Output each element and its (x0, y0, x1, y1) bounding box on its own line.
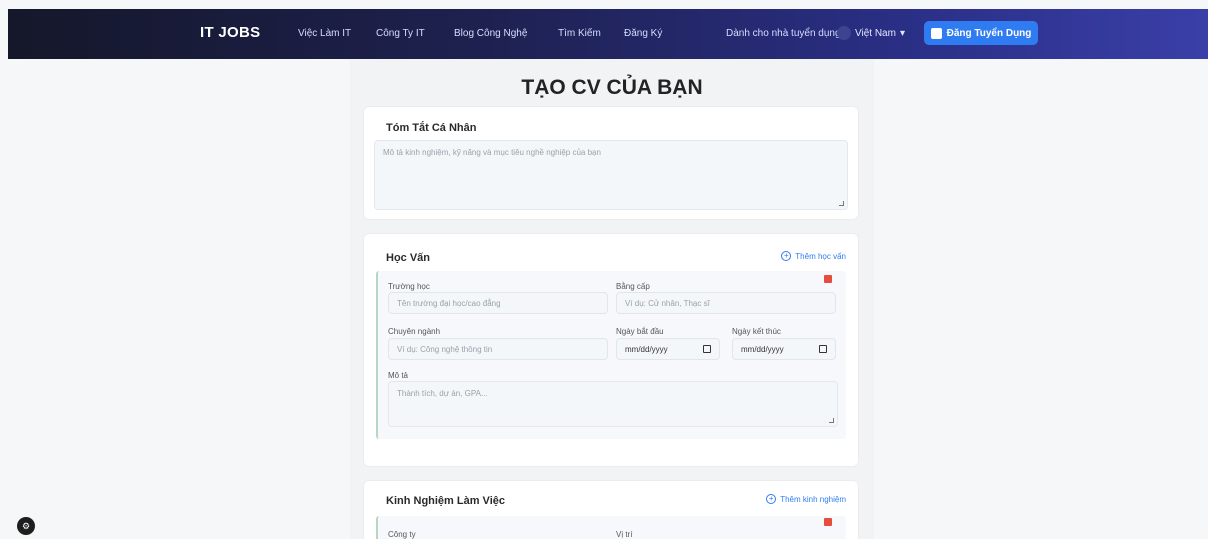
start-date-value: mm/dd/yyyy (625, 344, 668, 354)
nav-blog[interactable]: Blog Công Nghệ (454, 28, 527, 39)
post-job-label: Đăng Tuyển Dụng (946, 27, 1032, 39)
experience-entry: Công ty Vị trí (376, 516, 846, 539)
education-entry: Trường học Tên trường đại học/cao đẳng B… (376, 271, 846, 439)
end-date-label: Ngày kết thúc (732, 327, 781, 336)
company-label: Công ty (388, 530, 416, 539)
floating-action-button[interactable]: ⚙ (17, 517, 35, 535)
add-education-button[interactable]: + Thêm học vấn (781, 251, 846, 261)
summary-textarea[interactable]: Mô tả kinh nghiệm, kỹ năng và mục tiêu n… (374, 140, 848, 210)
start-date-input[interactable]: mm/dd/yyyy (616, 338, 720, 360)
summary-title: Tóm Tắt Cá Nhân (386, 122, 477, 134)
calendar-icon[interactable] (703, 345, 711, 353)
site-logo[interactable]: IT JOBS (200, 24, 260, 41)
major-input[interactable]: Ví dụ: Công nghệ thông tin (388, 338, 608, 360)
end-date-input[interactable]: mm/dd/yyyy (732, 338, 836, 360)
plus-circle-icon: + (766, 494, 777, 504)
end-date-value: mm/dd/yyyy (741, 344, 784, 354)
school-input[interactable]: Tên trường đại học/cao đẳng (388, 292, 608, 314)
calendar-icon[interactable] (819, 345, 827, 353)
major-label: Chuyên ngành (388, 327, 441, 336)
plus-circle-icon: + (781, 251, 792, 261)
experience-title: Kinh Nghiệm Làm Việc (386, 495, 505, 507)
education-card: Học Vấn + Thêm học vấn Trường học Tên tr… (364, 234, 858, 466)
cv-form-container: TẠO CV CỦA BẠN Tóm Tắt Cá Nhân Mô tả kin… (350, 59, 874, 539)
nav-jobs[interactable]: Việc Làm IT (298, 28, 351, 39)
resize-handle-icon[interactable] (829, 418, 834, 423)
add-experience-label: Thêm kinh nghiệm (780, 494, 846, 504)
nav-register[interactable]: Đăng Ký (624, 28, 662, 39)
add-experience-button[interactable]: + Thêm kinh nghiệm (766, 494, 846, 504)
description-textarea[interactable]: Thành tích, dự án, GPA... (388, 381, 838, 427)
chevron-down-icon: ▾ (899, 27, 905, 39)
flag-icon (837, 26, 851, 40)
nav-companies[interactable]: Công Ty IT (376, 28, 425, 39)
add-education-label: Thêm học vấn (795, 251, 846, 261)
language-selector[interactable]: Việt Nam ▾ (837, 26, 905, 40)
description-placeholder: Thành tích, dự án, GPA... (397, 389, 488, 398)
summary-placeholder: Mô tả kinh nghiệm, kỹ năng và mục tiêu n… (383, 148, 601, 157)
briefcase-icon (930, 27, 942, 39)
settings-icon: ⚙ (21, 521, 31, 531)
summary-card: Tóm Tắt Cá Nhân Mô tả kinh nghiệm, kỹ nă… (364, 107, 858, 219)
education-title: Học Vấn (386, 252, 431, 264)
description-label: Mô tả (388, 371, 409, 380)
degree-label: Bằng cấp (616, 282, 650, 291)
top-navbar: IT JOBS Việc Làm IT Công Ty IT Blog Công… (8, 9, 1208, 59)
school-label: Trường học (388, 282, 430, 291)
degree-input[interactable]: Ví dụ: Cử nhân, Thạc sĩ (616, 292, 836, 314)
trash-icon[interactable] (824, 518, 832, 526)
trash-icon[interactable] (824, 275, 832, 283)
post-job-button[interactable]: Đăng Tuyển Dụng (924, 21, 1038, 45)
position-label: Vị trí (616, 530, 633, 539)
nav-search[interactable]: Tìm Kiếm (558, 28, 601, 39)
resize-handle-icon[interactable] (839, 201, 844, 206)
start-date-label: Ngày bắt đầu (616, 327, 664, 336)
language-label: Việt Nam (855, 27, 896, 39)
experience-card: Kinh Nghiệm Làm Việc + Thêm kinh nghiệm … (364, 481, 858, 539)
page-title: TẠO CV CỦA BẠN (521, 76, 703, 99)
nav-employer-link[interactable]: Dành cho nhà tuyển dụng (726, 28, 841, 39)
